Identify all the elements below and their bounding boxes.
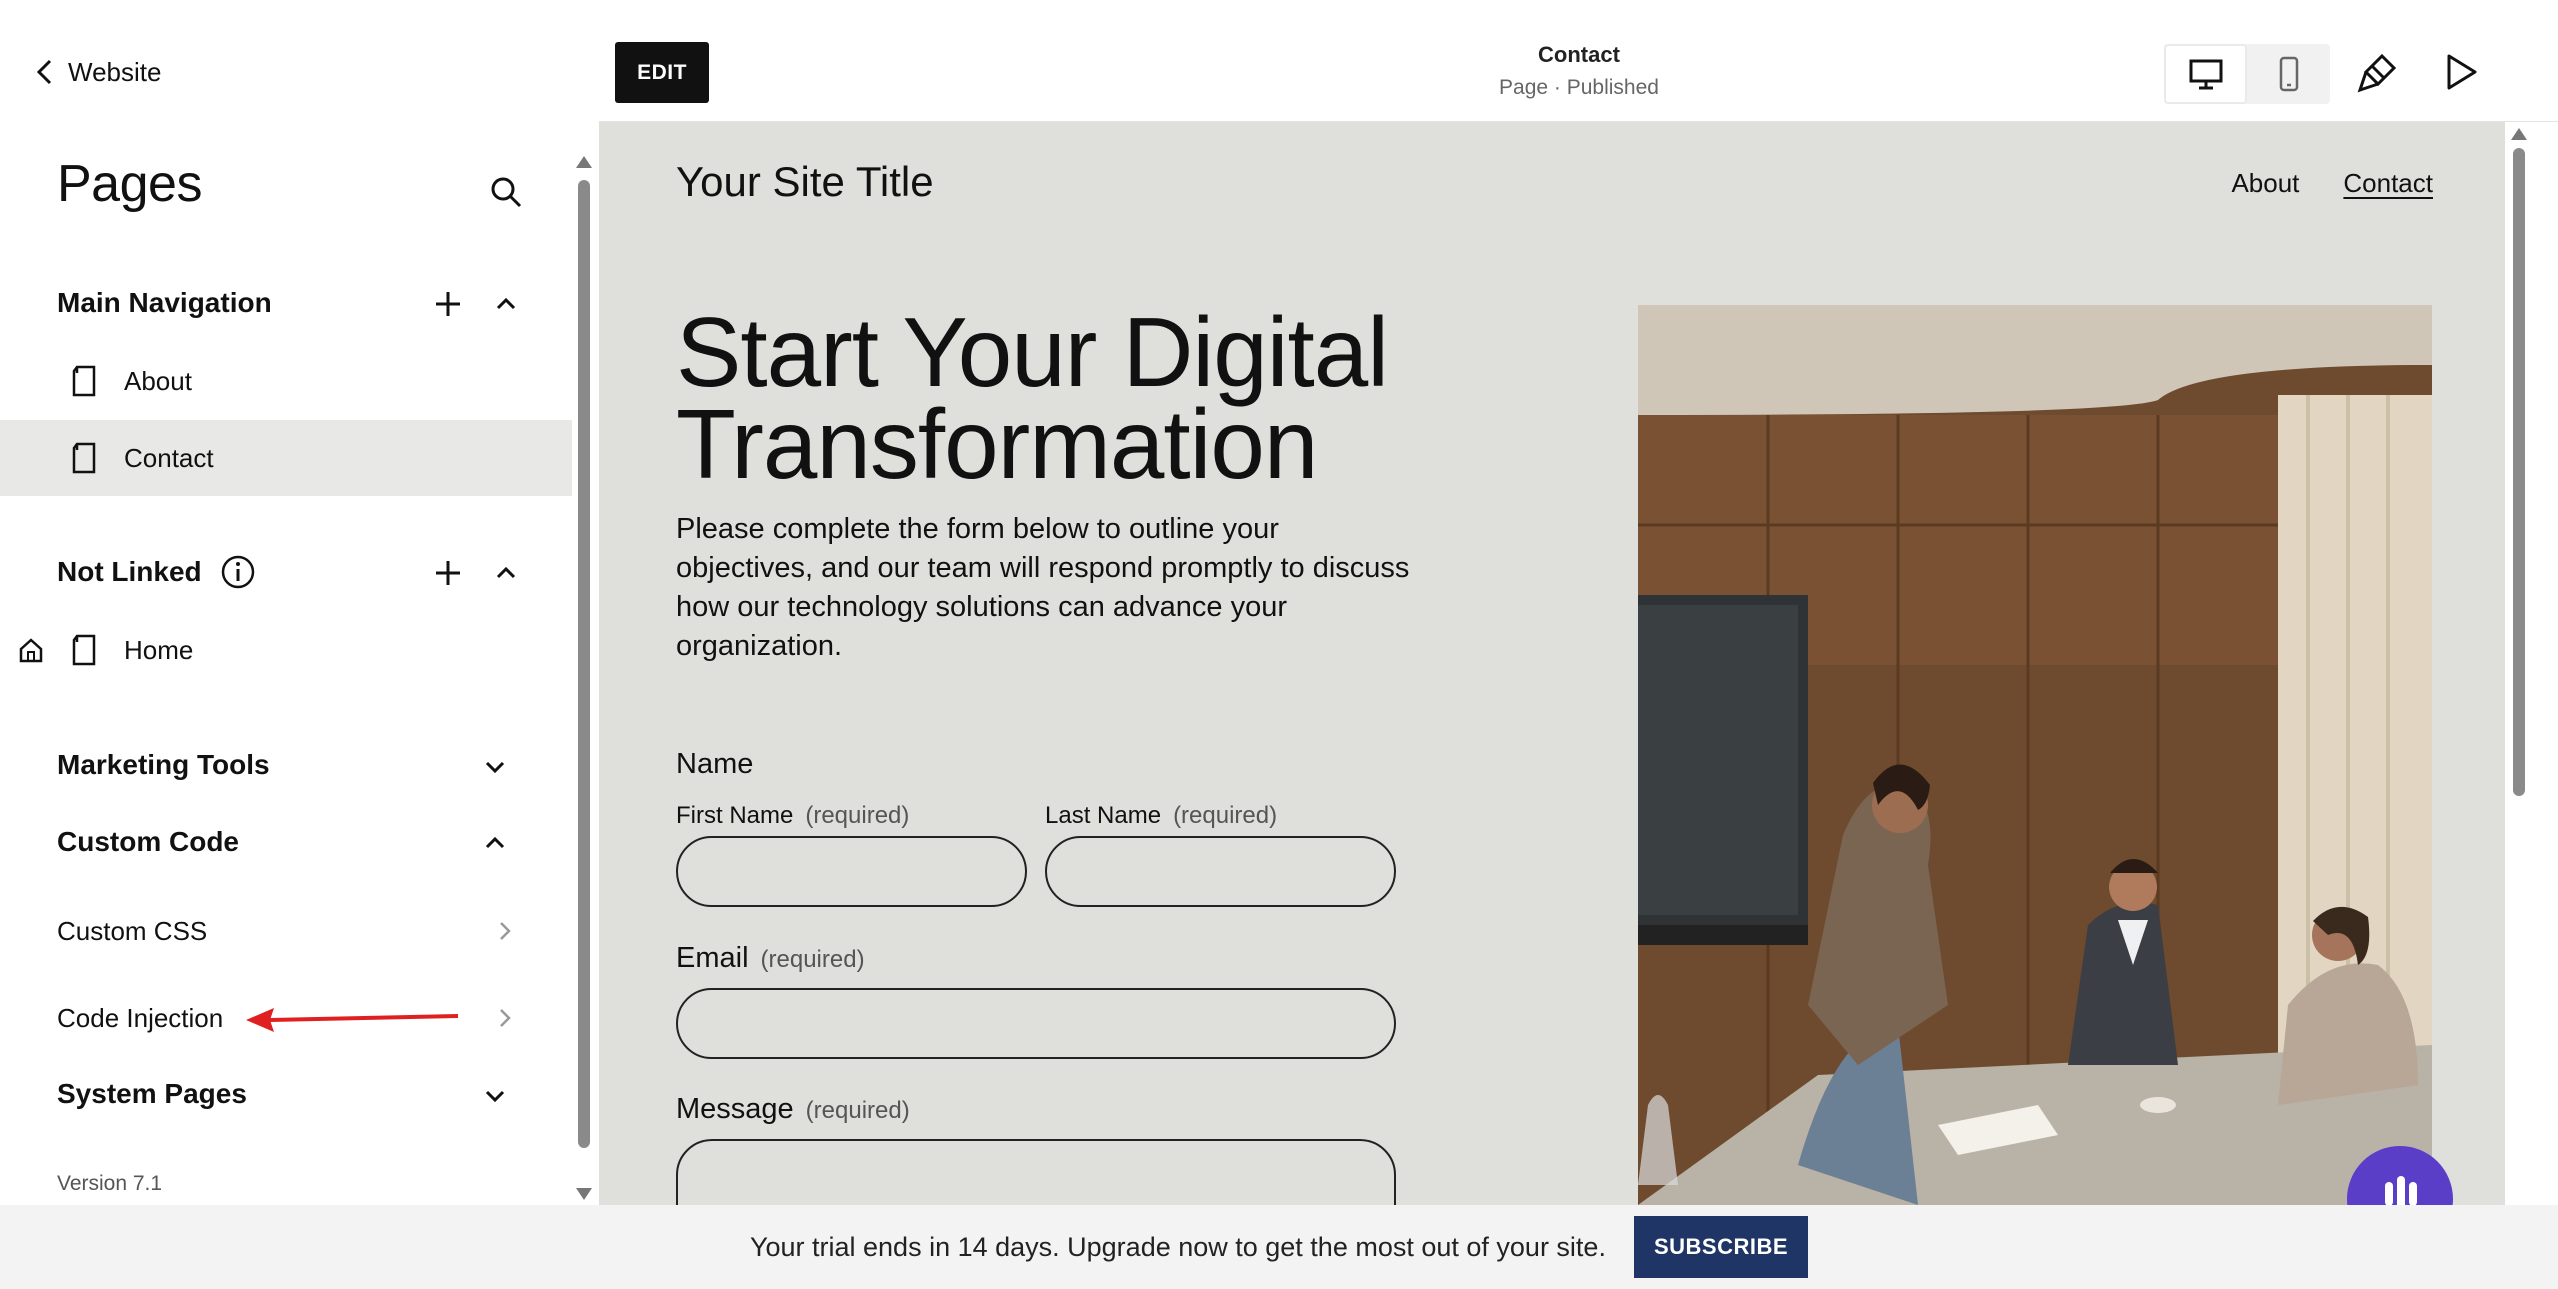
custom-css-item[interactable]: Custom CSS bbox=[57, 906, 517, 956]
last-name-label-text: Last Name bbox=[1045, 802, 1162, 829]
hero-title: Start Your Digital Transformation bbox=[676, 297, 1389, 499]
not-linked-label: Not Linked bbox=[57, 556, 202, 587]
editor-scroll-up[interactable] bbox=[2511, 128, 2527, 140]
custom-code-heading[interactable]: Custom Code bbox=[57, 822, 239, 862]
subscribe-button[interactable]: SUBSCRIBE bbox=[1633, 1216, 1809, 1278]
chevron-right-icon bbox=[500, 922, 511, 940]
page-icon bbox=[72, 634, 96, 666]
chat-widget-button[interactable] bbox=[2347, 1146, 2453, 1205]
plus-icon bbox=[436, 292, 460, 316]
required-indicator: (required) bbox=[805, 1097, 910, 1124]
trial-message: Your trial ends in 14 days. Upgrade now … bbox=[749, 1231, 1606, 1262]
message-label: Message (required) bbox=[676, 1093, 910, 1126]
site-title[interactable]: Your Site Title bbox=[676, 158, 934, 206]
email-label: Email (required) bbox=[676, 942, 865, 975]
add-unlinked-page-button[interactable] bbox=[430, 555, 466, 591]
hero-description: Please complete the form below to outlin… bbox=[676, 513, 1410, 662]
first-name-field[interactable] bbox=[676, 836, 1027, 907]
info-icon[interactable] bbox=[220, 554, 256, 590]
play-preview-icon[interactable] bbox=[2439, 50, 2483, 94]
desktop-icon bbox=[2189, 59, 2222, 90]
mobile-icon bbox=[2279, 56, 2298, 92]
page-editor: EDIT Contact Page · Published Your Site … bbox=[599, 24, 2558, 1205]
collapse-main-navigation-button[interactable] bbox=[488, 286, 524, 322]
version-label: Version 7.1 bbox=[57, 1172, 163, 1195]
marketing-tools-heading[interactable]: Marketing Tools bbox=[57, 745, 270, 785]
system-pages-heading[interactable]: System Pages bbox=[57, 1074, 247, 1114]
collapse-custom-code-button[interactable] bbox=[477, 825, 513, 861]
code-injection-label: Code Injection bbox=[57, 1002, 224, 1033]
mobile-view-button[interactable] bbox=[2247, 44, 2330, 104]
chevron-up-icon bbox=[496, 566, 516, 579]
main-navigation-heading: Main Navigation bbox=[57, 287, 272, 318]
page-meta: Contact Page · Published bbox=[1369, 42, 1789, 100]
add-page-button[interactable] bbox=[430, 286, 466, 322]
email-label-text: Email bbox=[676, 942, 749, 974]
sidebar-item-contact[interactable]: Contact bbox=[0, 420, 572, 496]
trial-banner: Your trial ends in 14 days. Upgrade now … bbox=[0, 1205, 2558, 1289]
sidebar-scroll-down[interactable] bbox=[576, 1188, 592, 1200]
chevron-left-icon bbox=[36, 59, 52, 85]
search-icon[interactable] bbox=[488, 174, 524, 210]
page-status: Page · Published bbox=[1499, 76, 1659, 99]
back-link-label: Website bbox=[68, 56, 162, 87]
sidebar-item-label: Contact bbox=[124, 442, 214, 473]
sidebar-scrollbar-thumb[interactable] bbox=[578, 180, 590, 1148]
first-name-label-text: First Name bbox=[676, 802, 794, 829]
page-title: Contact bbox=[1538, 42, 1620, 67]
chat-icon bbox=[2385, 1176, 2417, 1205]
expand-system-pages-button[interactable] bbox=[477, 1078, 513, 1114]
required-indicator: (required) bbox=[805, 802, 910, 829]
plus-icon bbox=[436, 561, 460, 585]
sidebar-scroll-up[interactable] bbox=[576, 156, 592, 168]
message-field[interactable] bbox=[676, 1139, 1396, 1205]
editor-scrollbar-thumb[interactable] bbox=[2513, 148, 2525, 796]
pages-title: Pages bbox=[57, 155, 202, 213]
device-toggle bbox=[2164, 44, 2330, 104]
last-name-label: Last Name (required) bbox=[1045, 802, 1277, 830]
name-label: Name bbox=[676, 748, 754, 780]
sidebar-item-home[interactable]: Home bbox=[0, 612, 572, 688]
chevron-down-icon bbox=[485, 1090, 505, 1103]
design-brush-icon[interactable] bbox=[2356, 50, 2400, 94]
sidebar-item-about[interactable]: About bbox=[0, 343, 572, 419]
first-name-label: First Name (required) bbox=[676, 802, 909, 830]
site-nav-about[interactable]: About bbox=[2231, 168, 2299, 199]
custom-css-label: Custom CSS bbox=[57, 915, 208, 946]
chevron-up-icon bbox=[496, 297, 516, 310]
site-nav-contact[interactable]: Contact bbox=[2343, 168, 2433, 199]
page-icon bbox=[72, 365, 96, 397]
desktop-view-button[interactable] bbox=[2164, 44, 2247, 104]
sidebar-item-label: About bbox=[124, 365, 192, 396]
site-navigation: About Contact bbox=[2231, 168, 2433, 199]
office-meeting-image[interactable] bbox=[1638, 305, 2432, 1205]
editor-toolbar: EDIT Contact Page · Published bbox=[599, 24, 2558, 122]
not-linked-heading: Not Linked bbox=[57, 552, 256, 592]
chevron-up-icon bbox=[485, 836, 505, 849]
required-indicator: (required) bbox=[760, 946, 865, 973]
edit-button[interactable]: EDIT bbox=[615, 42, 709, 103]
collapse-not-linked-button[interactable] bbox=[488, 555, 524, 591]
message-label-text: Message bbox=[676, 1093, 794, 1125]
sidebar-item-label: Home bbox=[124, 634, 194, 665]
expand-marketing-tools-button[interactable] bbox=[477, 749, 513, 785]
chevron-down-icon bbox=[485, 761, 505, 774]
page-icon bbox=[72, 442, 96, 474]
required-indicator: (required) bbox=[1173, 802, 1278, 829]
chevron-right-icon bbox=[500, 1009, 511, 1027]
home-icon bbox=[19, 638, 43, 663]
annotation-arrow-icon bbox=[246, 1008, 459, 1032]
site-preview: Your Site Title About Contact Start Your… bbox=[599, 122, 2505, 1205]
email-field[interactable] bbox=[676, 988, 1396, 1059]
back-to-website-link[interactable]: Website bbox=[34, 52, 161, 92]
last-name-field[interactable] bbox=[1045, 836, 1396, 907]
